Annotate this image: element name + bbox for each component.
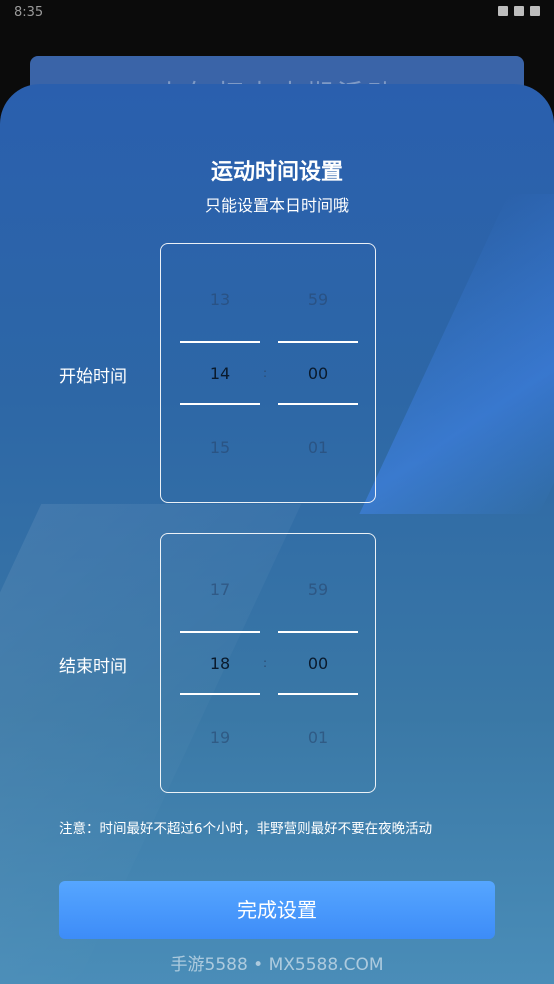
status-time: 8:35 — [14, 5, 44, 20]
start-hour-current[interactable]: 14 — [180, 364, 260, 383]
end-hour-current[interactable]: 18 — [180, 654, 260, 673]
time-setting-sheet: 运动时间设置 只能设置本日时间哦 开始时间 13 14 15 : 59 00 0… — [0, 84, 554, 984]
end-hour-prev[interactable]: 17 — [180, 580, 260, 599]
start-hour-next[interactable]: 15 — [180, 438, 260, 457]
end-hour-wheel[interactable]: 17 18 19 — [180, 534, 260, 792]
start-minute-prev[interactable]: 59 — [278, 290, 358, 309]
start-hour-prev[interactable]: 13 — [180, 290, 260, 309]
sheet-title: 运动时间设置 — [210, 160, 343, 185]
wifi-icon — [498, 6, 508, 16]
wheel-divider — [278, 403, 358, 405]
start-minute-wheel[interactable]: 59 00 01 — [278, 244, 358, 502]
end-hour-next[interactable]: 19 — [180, 728, 260, 747]
time-separator: : — [263, 366, 268, 380]
wheel-divider — [180, 693, 260, 695]
status-bar: 8:35 — [0, 0, 554, 28]
wheel-divider — [180, 631, 260, 633]
end-minute-prev[interactable]: 59 — [278, 580, 358, 599]
wheel-divider — [278, 631, 358, 633]
end-minute-next[interactable]: 01 — [278, 728, 358, 747]
signal-icon — [514, 6, 524, 16]
wheel-divider — [278, 693, 358, 695]
watermark-text: 手游5588 • MX5588.COM — [170, 955, 384, 975]
end-minute-wheel[interactable]: 59 00 01 — [278, 534, 358, 792]
sheet-subtitle: 只能设置本日时间哦 — [204, 196, 349, 215]
wheel-divider — [180, 403, 260, 405]
start-hour-wheel[interactable]: 13 14 15 — [180, 244, 260, 502]
time-separator: : — [263, 656, 268, 670]
wheel-divider — [180, 341, 260, 343]
end-minute-current[interactable]: 00 — [278, 654, 358, 673]
wheel-divider — [278, 341, 358, 343]
status-icons — [498, 6, 540, 16]
start-time-picker: 13 14 15 : 59 00 01 — [160, 243, 376, 503]
start-time-label: 开始时间 — [59, 367, 127, 387]
decor-streak — [359, 194, 554, 514]
battery-icon — [530, 6, 540, 16]
notice-text: 注意：时间最好不超过6个小时，非野营则最好不要在夜晚活动 — [59, 821, 433, 837]
end-time-label: 结束时间 — [59, 657, 127, 677]
start-minute-current[interactable]: 00 — [278, 364, 358, 383]
start-minute-next[interactable]: 01 — [278, 438, 358, 457]
finish-setting-button[interactable]: 完成设置 — [59, 881, 495, 939]
end-time-picker: 17 18 19 : 59 00 01 — [160, 533, 376, 793]
